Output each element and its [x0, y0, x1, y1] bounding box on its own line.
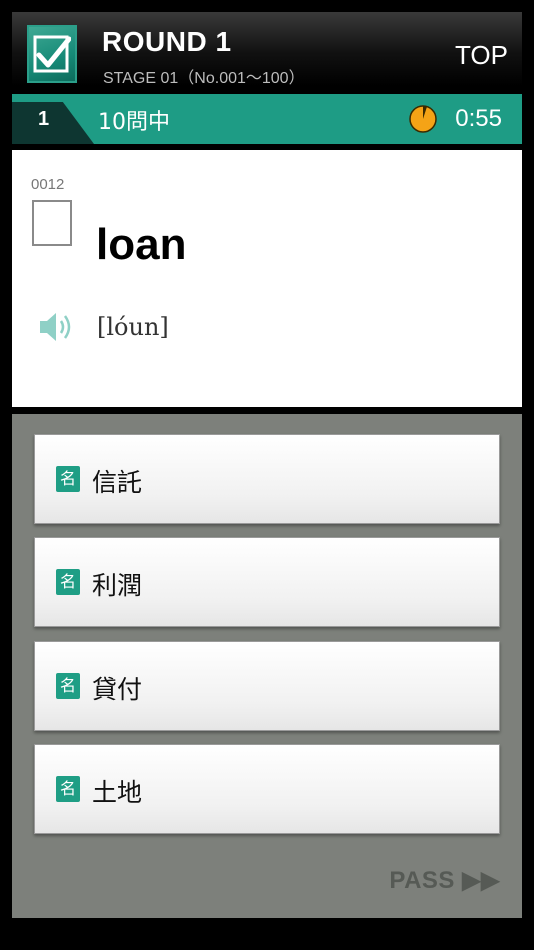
question-count: 10問中 — [98, 110, 170, 135]
pass-button[interactable]: PASS ▶▶ — [389, 866, 500, 895]
choice-button-3[interactable]: 名 貸付 — [34, 641, 500, 731]
speaker-icon[interactable] — [38, 310, 76, 348]
mark-checkbox[interactable] — [32, 200, 72, 246]
question-number: 1 — [38, 108, 50, 130]
question-number-tab — [12, 102, 94, 144]
word-id: 0012 — [31, 176, 65, 193]
word-text: loan — [96, 220, 187, 269]
part-of-speech-badge: 名 — [56, 673, 80, 699]
part-of-speech-badge: 名 — [56, 569, 80, 595]
part-of-speech-badge: 名 — [56, 776, 80, 802]
timer-value: 0:55 — [455, 105, 502, 132]
timer-icon — [408, 104, 438, 138]
choice-text: 貸付 — [92, 675, 143, 704]
answers-area: 名 信託 名 利潤 名 貸付 名 土地 PASS ▶▶ — [12, 414, 522, 918]
part-of-speech-badge: 名 — [56, 466, 80, 492]
choice-text: 信託 — [92, 468, 143, 497]
word-card: 0012 loan [lóun] — [12, 150, 522, 407]
phonetic: [lóun] — [97, 313, 169, 341]
check-logo-icon — [27, 25, 77, 83]
choice-button-2[interactable]: 名 利潤 — [34, 537, 500, 627]
top-button[interactable]: TOP — [455, 40, 508, 71]
progress-bar: 1 10問中 0:55 — [12, 94, 522, 144]
choice-button-1[interactable]: 名 信託 — [34, 434, 500, 524]
choice-text: 利潤 — [92, 571, 143, 600]
round-title: ROUND 1 — [102, 26, 232, 57]
choice-button-4[interactable]: 名 土地 — [34, 744, 500, 834]
choice-text: 土地 — [92, 778, 143, 807]
header: ROUND 1 STAGE 01（No.001～100） TOP — [12, 12, 522, 87]
stage-label: STAGE 01（No.001～100） — [103, 70, 305, 87]
